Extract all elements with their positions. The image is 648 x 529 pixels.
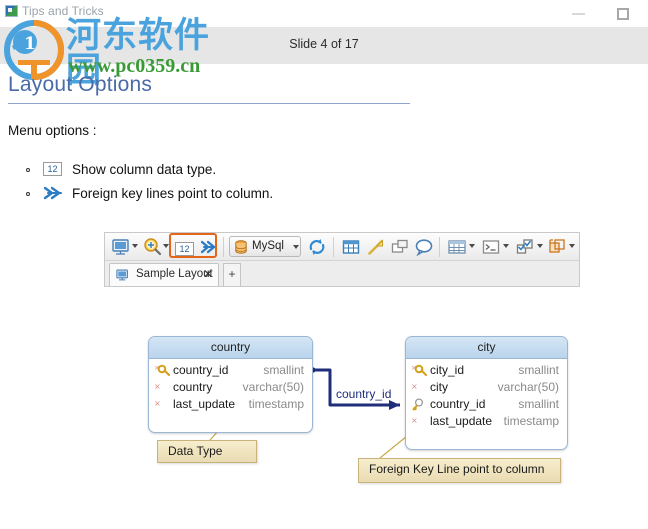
er-column-row[interactable]: × country_id smallint [149,363,312,380]
tab-sample-layout[interactable]: Sample Layout ✕ [109,263,219,286]
display-monitor-icon[interactable] [111,237,131,257]
er-column-type: timestamp [503,414,559,428]
close-icon[interactable]: ✕ [203,267,213,281]
er-column-name: country [173,380,213,394]
data-type-callout: Data Type [157,440,257,463]
foreign-key-icon [411,398,427,412]
er-column-name: city_id [430,363,465,377]
new-relation-icon[interactable] [366,237,386,257]
slide-header-bar: Slide 4 of 17 [0,27,648,64]
er-column-type: timestamp [248,397,304,411]
number-12-icon: 12 [43,161,65,177]
svg-text:×: × [154,399,161,408]
er-table-city[interactable]: city × city_id smallint × city varchar(5… [405,336,568,450]
editor-tab-strip: Sample Layout ✕ + [105,261,579,286]
toolbar-separator [223,237,224,257]
menu-options-label: Menu options : [8,123,97,138]
chevron-down-icon[interactable] [293,245,299,249]
double-chevron-right-icon [43,185,65,201]
er-column-name: city [430,380,448,394]
er-column-type: varchar(50) [497,380,559,394]
console-icon[interactable] [481,237,501,257]
primary-key-icon: × [154,364,170,378]
list-item-label: Show column data type. [72,162,217,177]
chevron-down-icon[interactable] [503,244,509,248]
refresh-icon[interactable] [307,237,327,257]
nullable-marker-icon: × [154,381,170,395]
chevron-down-icon[interactable] [569,244,575,248]
er-column-name: last_update [173,397,236,411]
minimize-button[interactable] [556,0,601,27]
er-column-type: smallint [518,397,559,411]
er-column-row[interactable]: × city_id smallint [406,363,567,380]
nullable-marker-icon: × [154,398,170,412]
relation-arrow-head [389,400,400,410]
window-title: Tips and Tricks [22,4,104,18]
title-underline [8,103,410,104]
database-dropdown[interactable]: MySql [229,236,301,257]
svg-text:×: × [154,382,161,391]
note-bubble-icon[interactable] [414,237,434,257]
svg-text:×: × [411,416,418,425]
maximize-button[interactable] [601,0,646,27]
er-column-row[interactable]: × city varchar(50) [406,380,567,397]
add-tab-button[interactable]: + [223,263,241,286]
nullable-marker-icon: × [411,381,427,395]
er-column-name: country_id [173,363,229,377]
zoom-magnifier-icon[interactable] [142,237,162,257]
toolbar-separator [439,237,440,257]
er-table-title: city [406,337,567,359]
relation-label: country_id [336,387,392,401]
database-dropdown-label: MySql [252,240,284,252]
er-column-type: smallint [263,363,304,377]
er-column-name: last_update [430,414,493,428]
page-title: Layout Options [8,73,153,96]
chevron-down-icon[interactable] [469,244,475,248]
display-monitor-icon [116,269,128,281]
toolbar-highlight-box [169,233,217,258]
primary-key-icon: × [411,364,427,378]
svg-text:×: × [411,382,418,391]
tab-label: Sample Layout [136,268,213,280]
bullet-dot-icon [26,168,30,172]
er-column-type: smallint [518,363,559,377]
layout-arrange-icon[interactable] [547,237,567,257]
foreign-key-callout: Foreign Key Line point to column [358,458,561,483]
chevron-down-icon[interactable] [537,244,543,248]
er-table-country[interactable]: country × country_id smallint × country … [148,336,313,433]
er-column-row[interactable]: × last_update timestamp [406,414,567,431]
database-icon [235,240,247,254]
er-column-type: varchar(50) [242,380,304,394]
er-column-row[interactable]: country_id smallint [406,397,567,414]
new-table-icon[interactable] [341,237,361,257]
toolbar-separator [333,237,334,257]
window-titlebar: Tips and Tricks [0,0,648,28]
bullet-dot-icon [26,192,30,196]
er-column-row[interactable]: × last_update timestamp [149,397,312,414]
er-column-row[interactable]: × country varchar(50) [149,380,312,397]
slide-counter: Slide 4 of 17 [289,37,359,51]
list-item-label: Foreign key lines point to column. [72,186,274,201]
validate-icon[interactable] [515,237,535,257]
er-table-title: country [149,337,312,359]
chevron-down-icon[interactable] [132,244,138,248]
app-icon [5,5,18,17]
grid-layout-icon[interactable] [447,237,467,257]
er-column-name: country_id [430,397,486,411]
nullable-marker-icon: × [411,415,427,429]
new-view-icon[interactable] [390,237,410,257]
